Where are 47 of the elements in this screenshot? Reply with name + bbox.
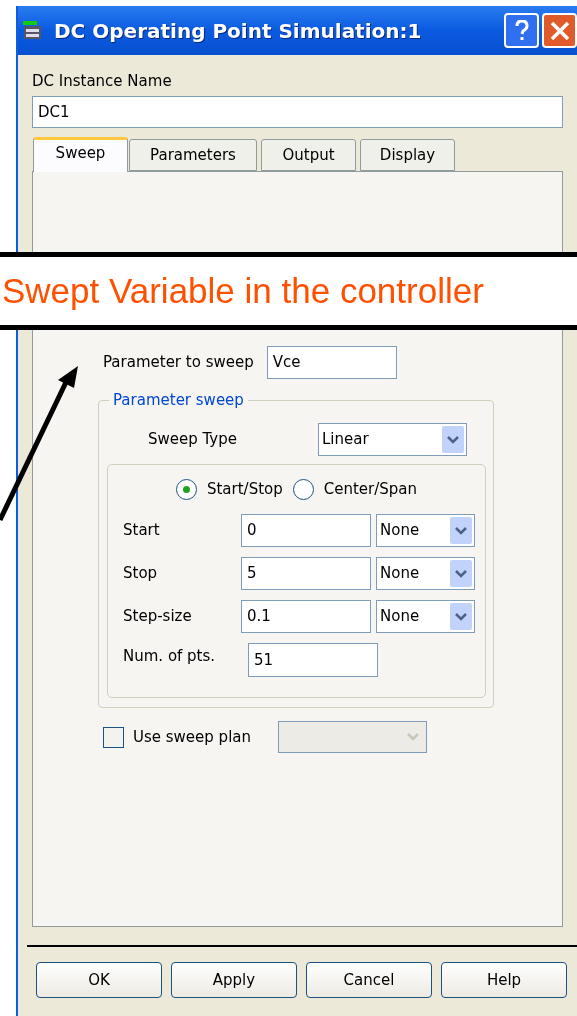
help-button[interactable] — [504, 13, 539, 48]
input-field[interactable]: 0.1 — [241, 600, 371, 633]
input-field[interactable]: 0 — [241, 514, 371, 547]
tab[interactable]: Display — [360, 139, 455, 171]
chevron-down-icon — [407, 733, 419, 741]
dropdown-button[interactable] — [450, 517, 472, 544]
radio-button[interactable] — [175, 478, 197, 500]
parameter-field[interactable]: Vce — [266, 346, 397, 379]
close-button[interactable] — [542, 13, 577, 48]
window-title: DC Operating Point Simulation:1 — [54, 17, 422, 45]
tab[interactable]: Output — [261, 139, 356, 171]
tab[interactable]: Sweep — [33, 137, 128, 172]
dropdown-button[interactable] — [450, 560, 472, 587]
sweep-type-dropdown[interactable]: Linear — [318, 423, 467, 456]
question-icon — [514, 19, 529, 42]
input-field[interactable]: 51 — [248, 643, 378, 677]
dialog-button[interactable]: Apply — [171, 962, 297, 998]
dropdown-button[interactable] — [450, 603, 472, 630]
field-label: Stop — [123, 563, 159, 585]
close-icon — [549, 20, 570, 41]
unit-dropdown[interactable]: None — [376, 514, 475, 547]
chevron-down-icon — [447, 435, 459, 444]
field-label: Start — [123, 520, 161, 542]
checkbox-label: Use sweep plan — [133, 726, 252, 748]
radio-label: Start/Stop — [206, 478, 283, 500]
chevron-down-icon — [455, 612, 467, 621]
instance-name-field[interactable]: DC1 — [32, 96, 563, 128]
radio-label: Center/Span — [323, 478, 418, 500]
dialog-button[interactable]: OK — [36, 962, 162, 998]
tab[interactable]: Parameters — [129, 139, 257, 171]
unit-dropdown[interactable]: None — [376, 557, 475, 590]
field-label: Sweep Type — [148, 429, 238, 451]
callout-text: Swept Variable in the controller — [2, 269, 484, 312]
field-label: Num. of pts. — [123, 645, 217, 667]
dropdown-button[interactable] — [442, 426, 464, 453]
unit-dropdown[interactable]: None — [376, 600, 475, 633]
field-label: Parameter to sweep — [103, 352, 254, 374]
input-field[interactable]: 5 — [241, 557, 371, 590]
dialog-button[interactable]: Help — [441, 962, 567, 998]
group-title: Parameter sweep — [109, 390, 248, 410]
field-label: Step-size — [123, 606, 193, 628]
chevron-down-icon — [455, 526, 467, 535]
dialog-button[interactable]: Cancel — [306, 962, 432, 998]
app-icon — [22, 19, 44, 42]
chevron-down-icon — [455, 569, 467, 578]
field-label: DC Instance Name — [32, 71, 173, 91]
radio-button[interactable] — [292, 478, 314, 500]
